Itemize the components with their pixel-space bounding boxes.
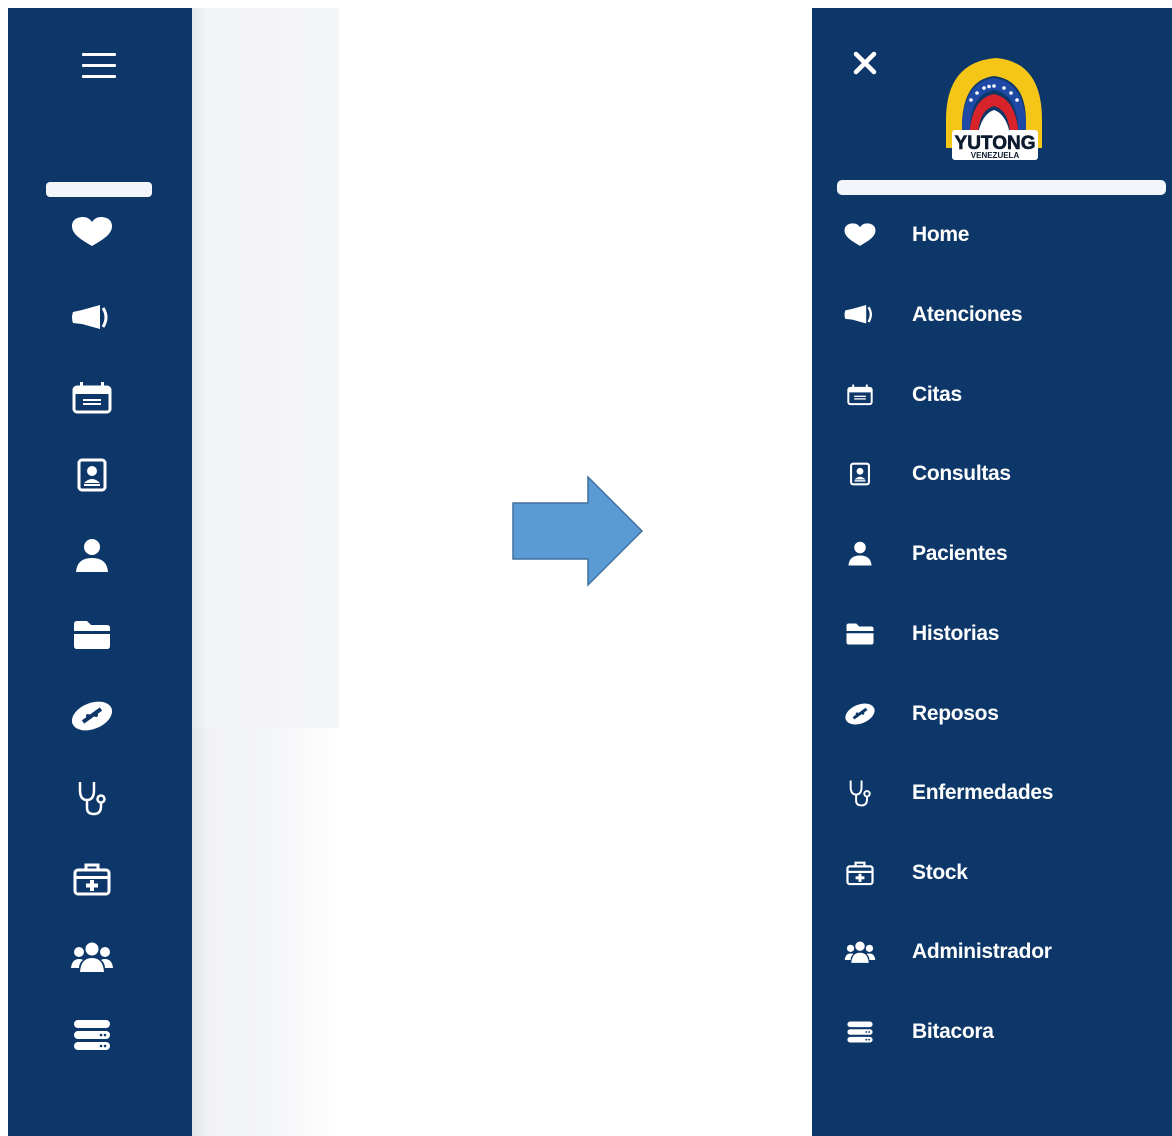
sidebar-search-bar[interactable] [46,182,152,197]
sidebar-item-atenciones[interactable]: Atenciones [840,292,1160,338]
close-icon[interactable] [850,48,884,82]
sidebar-item-label: Stock [912,861,968,884]
sidebar-item-enfermedades[interactable]: Enfermedades [840,770,1160,816]
calendar-icon [840,375,880,415]
heart-icon [840,215,880,255]
sidebar-item-citas[interactable]: Citas [840,372,1160,418]
megaphone-icon[interactable] [66,298,118,338]
bandage-icon[interactable] [66,696,118,736]
sidebar-item-label: Historias [912,622,1000,645]
sidebar-item-label: Bitacora [912,1020,994,1043]
sidebar-item-label: Home [912,223,970,246]
id-card-icon[interactable] [66,455,118,495]
sidebar-item-label: Administrador [912,940,1052,963]
right-arrow-icon [512,475,644,587]
sidebar-item-bitacora[interactable]: Bitacora [840,1009,1160,1055]
sidebar-item-administrador[interactable]: Administrador [840,929,1160,975]
user-icon [840,534,880,574]
users-icon[interactable] [66,937,118,977]
heart-icon[interactable] [66,212,118,252]
stethoscope-icon[interactable] [66,778,118,818]
megaphone-icon [840,295,880,335]
sidebar-item-historias[interactable]: Historias [840,611,1160,657]
hamburger-icon[interactable] [82,53,118,79]
server-icon [840,1012,880,1052]
bandage-icon [840,694,880,734]
sidebar-item-stock[interactable]: Stock [840,850,1160,896]
sidebar-item-label: Pacientes [912,542,1008,565]
server-icon[interactable] [66,1015,118,1055]
first-aid-kit-icon [840,853,880,893]
sidebar-item-pacientes[interactable]: Pacientes [840,531,1160,577]
sidebar-item-consultas[interactable]: Consultas [840,451,1160,497]
yutong-logo: YUTONG VENEZUELA [938,48,1048,166]
logo-subtitle-text: VENEZUELA [971,151,1020,160]
sidebar-item-label: Reposos [912,702,999,725]
calendar-icon[interactable] [66,378,118,418]
sidebar-search-bar[interactable] [837,180,1166,195]
expanded-sidebar: YUTONG VENEZUELA Home Atenciones Citas C… [812,8,1172,1136]
collapsed-sidebar [8,8,192,1136]
folder-icon[interactable] [66,615,118,655]
content-area-edge [192,8,339,1136]
sidebar-item-label: Atenciones [912,303,1023,326]
id-card-icon [840,454,880,494]
sidebar-item-label: Consultas [912,462,1011,485]
users-icon [840,932,880,972]
sidebar-item-reposos[interactable]: Reposos [840,691,1160,737]
user-icon[interactable] [66,536,118,576]
sidebar-item-label: Enfermedades [912,781,1054,804]
sidebar-item-label: Citas [912,383,962,406]
folder-icon [840,614,880,654]
first-aid-kit-icon[interactable] [66,859,118,899]
sidebar-item-home[interactable]: Home [840,212,1160,258]
stethoscope-icon [840,773,880,813]
